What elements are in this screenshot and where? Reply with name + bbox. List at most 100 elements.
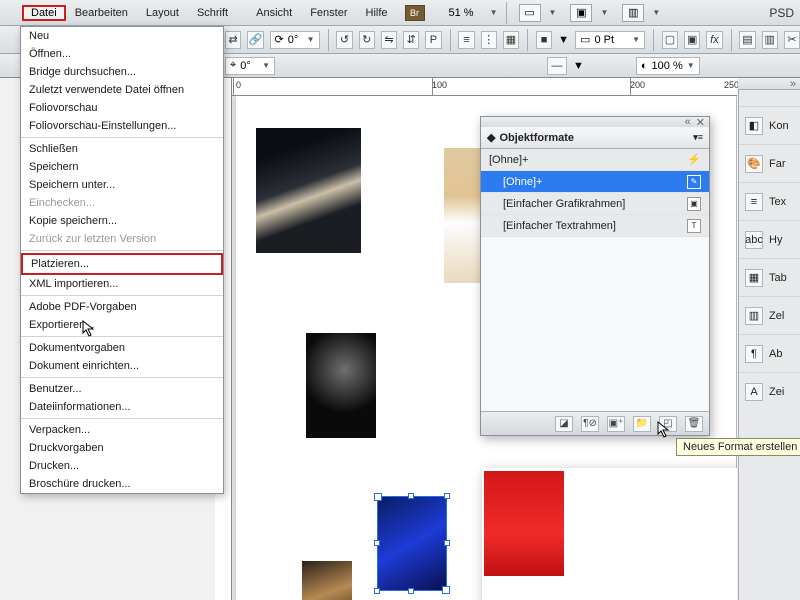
hyperlink-icon: abc (745, 231, 763, 249)
flip-v-icon[interactable]: ⇵ (403, 31, 419, 49)
menu-hilfe[interactable]: Hilfe (357, 5, 397, 21)
mi-foliovorschau[interactable]: Foliovorschau (21, 99, 223, 117)
mi-exportieren[interactable]: Exportieren... (21, 316, 223, 334)
mi-oeffnen[interactable]: Öffnen... (21, 45, 223, 63)
dock-item[interactable]: 🎨Far (739, 144, 800, 182)
menu-bearbeiten[interactable]: Bearbeiten (66, 5, 137, 21)
ruler-mark: 0 (236, 80, 241, 90)
mi-neu[interactable]: Neu (21, 27, 223, 45)
mi-drucken[interactable]: Drucken... (21, 457, 223, 475)
rotate-ccw-icon[interactable]: ↺ (336, 31, 352, 49)
zoom-level[interactable]: 51 % (443, 5, 480, 21)
ruler-mark: 250 (724, 80, 739, 90)
view-mode-icon[interactable]: ▭ (519, 4, 541, 22)
style-row-graphic[interactable]: [Einfacher Grafikrahmen] ▣ (481, 193, 709, 215)
mi-dateiinfo[interactable]: Dateiinformationen... (21, 398, 223, 416)
menu-ansicht[interactable]: Ansicht (247, 5, 301, 21)
mi-revert: Zurück zur letzten Version (21, 230, 223, 248)
mi-kopie-speichern[interactable]: Kopie speichern... (21, 212, 223, 230)
mi-speichern[interactable]: Speichern (21, 158, 223, 176)
distribute-icon[interactable]: ⋮ (481, 31, 497, 49)
panel-tab[interactable]: ◆ Objektformate ▾≡ (481, 127, 709, 149)
char-style-icon: A (745, 383, 763, 401)
wrap-icon[interactable]: ▦ (503, 31, 519, 49)
folder-icon[interactable]: 📁 (633, 416, 651, 432)
dock-item[interactable]: ▥Zel (739, 296, 800, 334)
fill-icon[interactable]: ■ (536, 31, 552, 49)
menu-layout[interactable]: Layout (137, 5, 188, 21)
menubar: Datei Bearbeiten Layout Schrift Ansicht … (0, 0, 800, 26)
clear-attr-icon[interactable]: ¶⊘ (581, 416, 599, 432)
mi-schliessen[interactable]: Schließen (21, 140, 223, 158)
pencil-icon: ✎ (687, 175, 701, 189)
opt-4-icon[interactable]: ▥ (762, 31, 778, 49)
opt-3-icon[interactable]: ▤ (739, 31, 755, 49)
menu-fenster[interactable]: Fenster (301, 5, 356, 21)
placed-image[interactable] (256, 128, 361, 253)
style-row-text[interactable]: [Einfacher Textrahmen] T (481, 215, 709, 237)
object-styles-panel[interactable]: « ✕ ◆ Objektformate ▾≡ [Ohne]+ ⚡ [Ohne]+… (480, 116, 710, 436)
opt-2-icon[interactable]: ▣ (684, 31, 700, 49)
dock-item[interactable]: ¶Ab (739, 334, 800, 372)
mi-druckvorgaben[interactable]: Druckvorgaben (21, 439, 223, 457)
placed-image[interactable] (302, 561, 352, 600)
dock-item[interactable]: AZei (739, 372, 800, 410)
mi-broschuere[interactable]: Broschüre drucken... (21, 475, 223, 493)
dock-item[interactable]: ◧Kon (739, 106, 800, 144)
mi-dokumentvorgaben[interactable]: Dokumentvorgaben (21, 339, 223, 357)
new-style-icon[interactable]: ◰ (659, 416, 677, 432)
stroke-weight-field[interactable]: ▭0 Pt▼ (575, 31, 645, 49)
mi-platzieren[interactable]: Platzieren... (21, 253, 223, 275)
mi-benutzer[interactable]: Benutzer... (21, 380, 223, 398)
color-icon: 🎨 (745, 155, 763, 173)
panel-menu-icon[interactable]: ▾≡ (693, 132, 703, 143)
text-icon: ≡ (745, 193, 763, 211)
rotate-cw-icon[interactable]: ↻ (359, 31, 375, 49)
dock-expand-icon[interactable]: » (790, 78, 796, 89)
opt-1-icon[interactable]: ▢ (662, 31, 678, 49)
panel-controls: « ✕ (481, 117, 709, 127)
dock-item[interactable]: ▦Tab (739, 258, 800, 296)
chain-icon[interactable]: 🔗 (247, 31, 263, 49)
flash-icon[interactable]: ⚡ (687, 153, 701, 166)
bridge-badge[interactable]: Br (405, 5, 425, 21)
zoom-dropdown-icon[interactable]: ▼ (490, 8, 498, 17)
mi-folio-settings[interactable]: Foliovorschau-Einstellungen... (21, 117, 223, 135)
link-icon[interactable]: ⇄ (225, 31, 241, 49)
paragraph-icon[interactable]: P (425, 31, 441, 49)
mi-speichern-unter[interactable]: Speichern unter... (21, 176, 223, 194)
screen-mode-icon[interactable]: ▣ (570, 4, 592, 22)
placed-image[interactable] (306, 333, 376, 438)
dock-head: » (738, 78, 800, 90)
style-row-none[interactable]: [Ohne]+ ✎ (481, 171, 709, 193)
horizontal-ruler: 0 100 200 250 (232, 78, 737, 96)
fx-icon[interactable]: fx (706, 31, 722, 49)
text-frame-icon: T (687, 219, 701, 233)
opacity-field[interactable]: ◐100 %▼ (636, 57, 700, 75)
cell-icon: ▥ (745, 307, 763, 325)
mi-xml-import[interactable]: XML importieren... (21, 275, 223, 293)
crop-icon[interactable]: ✂ (784, 31, 800, 49)
dock-item[interactable]: ≡Tex (739, 182, 800, 220)
mi-recent[interactable]: Zuletzt verwendete Datei öffnen (21, 81, 223, 99)
dock-item[interactable]: abcHy (739, 220, 800, 258)
trash-icon[interactable]: 🗑 (685, 416, 703, 432)
mi-dokument-einrichten[interactable]: Dokument einrichten... (21, 357, 223, 375)
menu-schrift[interactable]: Schrift (188, 5, 237, 21)
table-icon: ▦ (745, 269, 763, 287)
stroke-style-icon[interactable]: — (547, 57, 567, 75)
mi-pdf-vorgaben[interactable]: Adobe PDF-Vorgaben (21, 298, 223, 316)
mi-verpacken[interactable]: Verpacken... (21, 421, 223, 439)
rotation-field[interactable]: ⟳0°▼ (270, 31, 320, 49)
placed-image[interactable] (484, 471, 564, 576)
align-icon[interactable]: ≡ (458, 31, 474, 49)
panel-footer: ◪ ¶⊘ ▣⁺ 📁 ◰ 🗑 (481, 411, 709, 435)
selected-image-frame[interactable] (377, 496, 447, 591)
arrange-icon[interactable]: ▥ (622, 4, 644, 22)
shear-field[interactable]: ⌖0°▼ (225, 57, 275, 75)
menu-datei[interactable]: Datei (22, 5, 66, 21)
flip-h-icon[interactable]: ⇋ (381, 31, 397, 49)
mi-bridge[interactable]: Bridge durchsuchen... (21, 63, 223, 81)
clear-override-icon[interactable]: ◪ (555, 416, 573, 432)
new-group-icon[interactable]: ▣⁺ (607, 416, 625, 432)
